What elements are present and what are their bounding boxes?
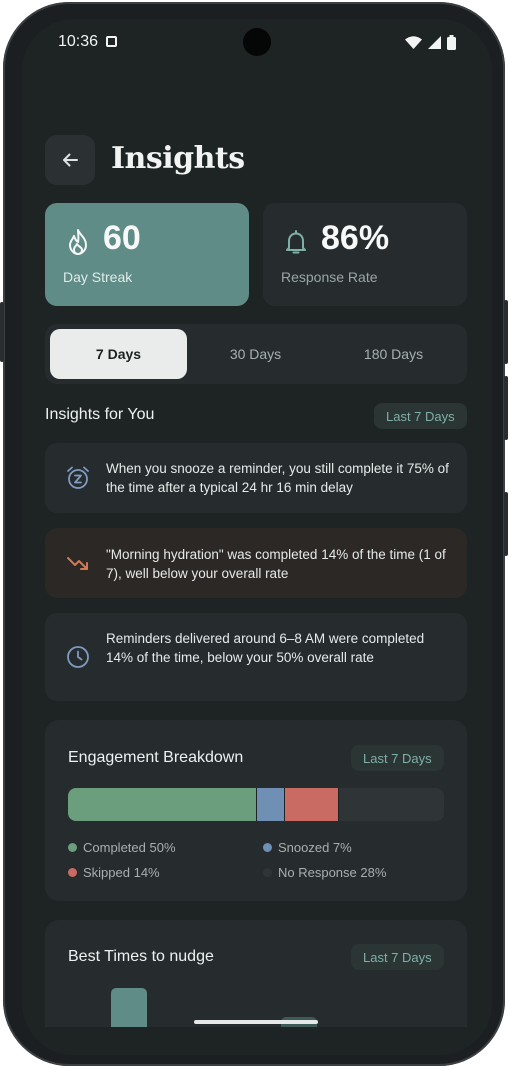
engagement-range-badge: Last 7 Days — [351, 745, 444, 771]
tab-180-days[interactable]: 180 Days — [325, 329, 462, 379]
sim-card-icon — [106, 36, 117, 47]
home-gesture-bar[interactable] — [194, 1020, 318, 1024]
back-button[interactable] — [45, 135, 95, 185]
snooze-alarm-icon — [67, 466, 89, 489]
page-header: Insights — [45, 135, 469, 185]
response-rate-label: Response Rate — [281, 269, 378, 285]
volume-down-button — [504, 492, 508, 556]
streak-label: Day Streak — [63, 269, 133, 285]
engagement-segment-completed — [68, 788, 258, 821]
best-times-range-badge: Last 7 Days — [351, 944, 444, 970]
tab-30-days[interactable]: 30 Days — [187, 329, 324, 379]
streak-value: 60 — [103, 219, 141, 257]
front-camera — [243, 28, 271, 56]
battery-icon — [447, 35, 456, 50]
status-time: 10:36 — [58, 33, 99, 50]
page-title: Insights — [111, 141, 245, 176]
response-rate-card: 86% Response Rate — [263, 203, 467, 306]
insight-text: When you snooze a reminder, you still co… — [106, 461, 449, 495]
legend-skipped: Skipped 14% — [68, 865, 160, 880]
legend-dot — [68, 868, 77, 877]
engagement-segment-skipped — [284, 788, 339, 821]
insight-card-morning-hydration[interactable]: "Morning hydration" was completed 14% of… — [45, 528, 467, 598]
phone-frame: 10:36 Insights 60 Day Streak 86% Respons… — [0, 2, 508, 1066]
power-button — [504, 300, 508, 364]
legend-completed: Completed 50% — [68, 840, 176, 855]
legend-label: No Response 28% — [278, 865, 387, 880]
engagement-title: Engagement Breakdown — [68, 749, 244, 766]
tab-7-days[interactable]: 7 Days — [50, 329, 187, 379]
insight-card-delivery-time[interactable]: Reminders delivered around 6–8 AM were c… — [45, 613, 467, 701]
engagement-segment-snoozed — [257, 788, 285, 821]
insight-text: "Morning hydration" was completed 14% of… — [106, 547, 446, 581]
insights-range-badge: Last 7 Days — [374, 403, 467, 429]
trend-down-icon — [67, 557, 88, 570]
engagement-stacked-bar — [68, 788, 444, 821]
app-screen: 10:36 Insights 60 Day Streak 86% Respons… — [22, 19, 492, 1055]
insights-section-title: Insights for You — [45, 406, 155, 423]
bottom-nav-area — [22, 1027, 492, 1055]
side-button — [0, 302, 4, 362]
wifi-icon — [405, 36, 422, 49]
volume-up-button — [504, 376, 508, 440]
legend-no-response: No Response 28% — [263, 865, 386, 880]
legend-label: Snoozed 7% — [278, 840, 352, 855]
best-times-title: Best Times to nudge — [68, 948, 214, 965]
insight-card-snooze[interactable]: When you snooze a reminder, you still co… — [45, 443, 467, 513]
legend-label: Completed 50% — [83, 840, 176, 855]
arrow-left-icon — [63, 153, 78, 167]
legend-label: Skipped 14% — [83, 865, 160, 880]
engagement-segment-no-response — [338, 788, 444, 821]
clock-icon — [67, 646, 89, 668]
bell-icon — [286, 230, 306, 254]
legend-dot — [263, 868, 272, 877]
engagement-card: Engagement Breakdown Last 7 Days Complet… — [45, 720, 467, 901]
legend-snoozed: Snoozed 7% — [263, 840, 352, 855]
streak-card: 60 Day Streak — [45, 203, 249, 306]
flame-icon — [69, 229, 87, 255]
range-tabs: 7 Days 30 Days 180 Days — [45, 324, 467, 384]
status-icons — [405, 35, 456, 50]
insight-text: Reminders delivered around 6–8 AM were c… — [106, 631, 425, 665]
response-rate-value: 86% — [321, 219, 390, 257]
legend-dot — [263, 843, 272, 852]
signal-icon — [428, 36, 441, 49]
legend-dot — [68, 843, 77, 852]
